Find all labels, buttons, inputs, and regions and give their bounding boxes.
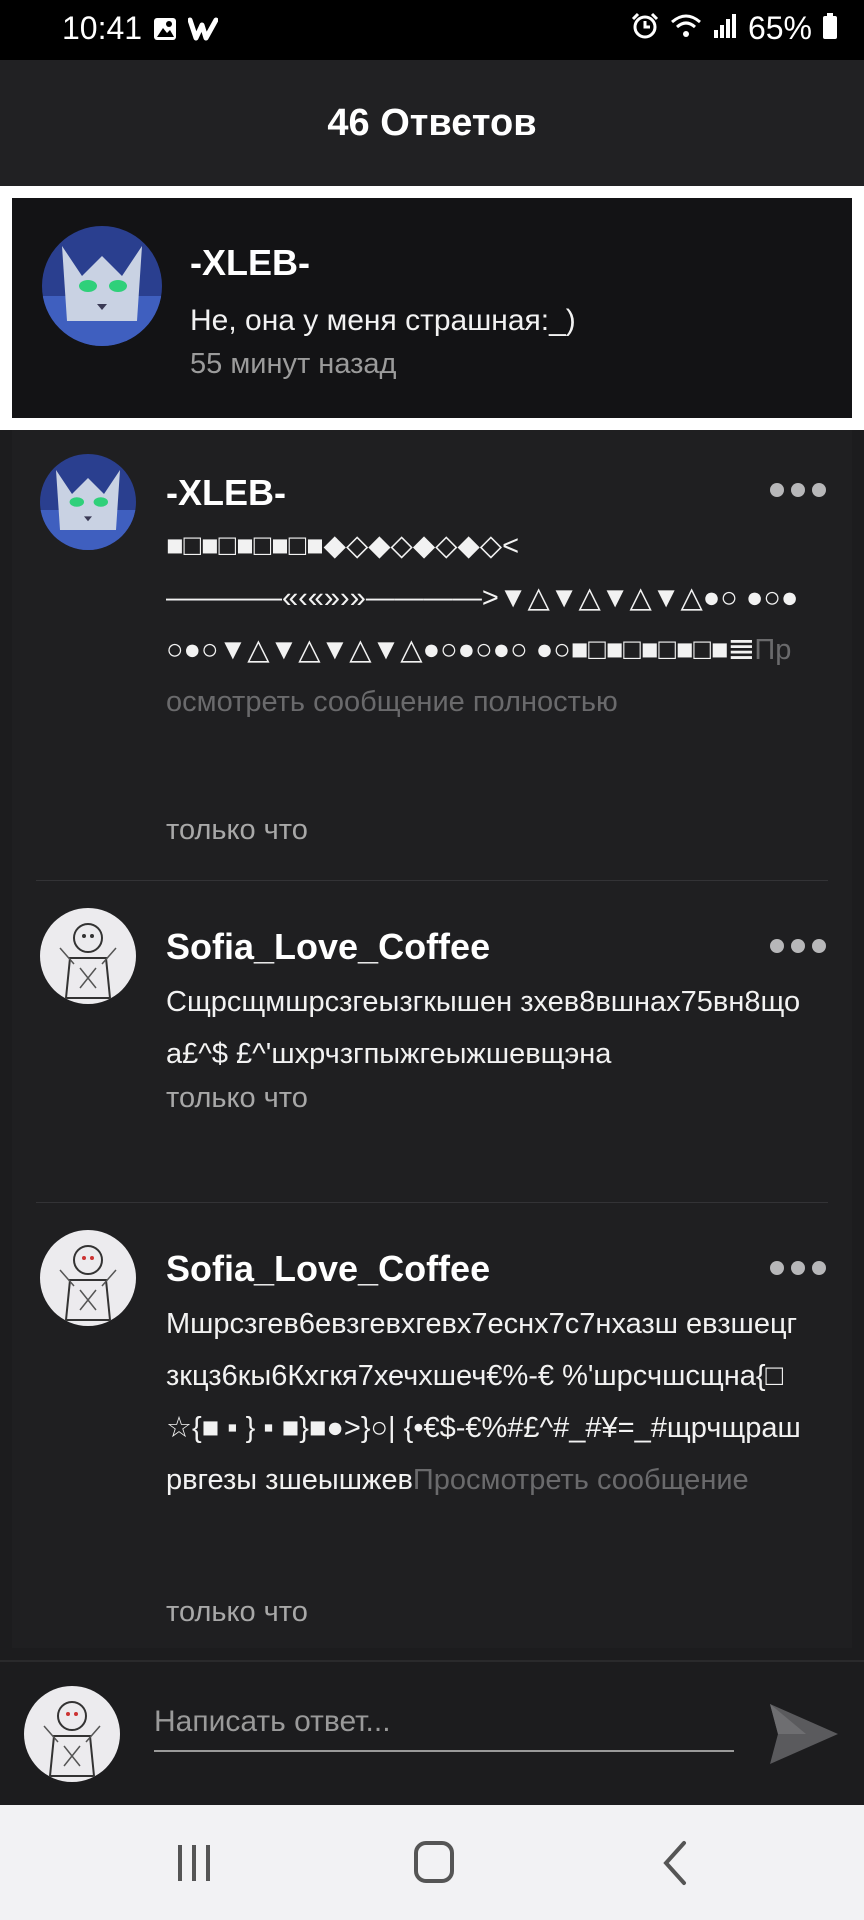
status-bar: 10:41 65% xyxy=(0,0,864,60)
parent-comment-frame: -XLEB- Не, она у меня страшная:_) 55 мин… xyxy=(0,186,864,430)
status-time: 10:41 xyxy=(62,10,143,46)
avatar[interactable] xyxy=(42,226,162,346)
parent-text: Не, она у меня страшная:_) xyxy=(190,304,576,337)
page-title: 46 Ответов xyxy=(327,101,537,144)
list-item: -XLEB- ■□■□■□■□■◆◇◆◇◆◇◆◇< ————«‹«»›»————… xyxy=(12,430,852,882)
compose-bar xyxy=(0,1660,864,1807)
avatar[interactable] xyxy=(40,908,136,1004)
reply-text: Сщрсщмшрсзгеызгкышен зхев8вшнах75вн8щоа£… xyxy=(166,976,806,1080)
reply-author[interactable]: Sofia_Love_Coffee xyxy=(166,1248,490,1290)
reply-text-content: ■□■□■□■□■◆◇◆◇◆◇◆◇< ————«‹«»›»————>▼△▼△▼△… xyxy=(166,530,799,666)
recent-apps-icon[interactable] xyxy=(164,1837,224,1889)
wattpad-icon xyxy=(187,16,219,47)
divider xyxy=(36,1202,828,1203)
avatar[interactable] xyxy=(40,454,136,550)
battery-icon xyxy=(822,12,838,45)
send-icon[interactable] xyxy=(766,1700,842,1768)
list-item: Sofia_Love_Coffee Мшрсзгев6евзгевхгевх7е… xyxy=(12,1204,852,1648)
alarm-icon xyxy=(630,11,660,46)
parent-author[interactable]: -XLEB- xyxy=(190,242,310,284)
more-options-icon[interactable] xyxy=(770,934,826,958)
parent-comment[interactable]: -XLEB- Не, она у меня страшная:_) 55 мин… xyxy=(12,198,852,418)
list-item: Sofia_Love_Coffee Сщрсщмшрсзгеызгкышен з… xyxy=(12,882,852,1204)
reply-author[interactable]: -XLEB- xyxy=(166,472,286,514)
reply-text-content: Сщрсщмшрсзгеызгкышен зхев8вшнах75вн8щоа£… xyxy=(166,986,801,1070)
reply-list[interactable]: -XLEB- ■□■□■□■□■◆◇◆◇◆◇◆◇< ————«‹«»›»————… xyxy=(12,430,852,1648)
signal-icon xyxy=(712,12,738,45)
avatar[interactable] xyxy=(40,1230,136,1326)
reply-timestamp: только что xyxy=(166,814,308,846)
avatar[interactable] xyxy=(24,1686,120,1782)
home-icon[interactable] xyxy=(404,1837,464,1889)
divider xyxy=(36,880,828,881)
battery-percent: 65% xyxy=(747,10,812,46)
reply-timestamp: только что xyxy=(166,1082,308,1114)
parent-timestamp: 55 минут назад xyxy=(190,348,397,380)
reply-timestamp: только что xyxy=(166,1596,308,1628)
image-icon xyxy=(152,16,178,47)
wifi-icon xyxy=(670,12,702,45)
header: 46 Ответов xyxy=(0,60,864,186)
reply-author[interactable]: Sofia_Love_Coffee xyxy=(166,926,490,968)
reply-input[interactable] xyxy=(154,1694,734,1752)
reply-text: ■□■□■□■□■◆◇◆◇◆◇◆◇< ————«‹«»›»————>▼△▼△▼△… xyxy=(166,520,806,728)
view-full-message-link[interactable]: Просмотреть сообщение xyxy=(413,1464,749,1496)
reply-text: Мшрсзгев6евзгевхгевх7еснх7с7нхазш евзшец… xyxy=(166,1298,806,1506)
more-options-icon[interactable] xyxy=(770,1256,826,1280)
system-nav-bar xyxy=(0,1805,864,1920)
more-options-icon[interactable] xyxy=(770,478,826,502)
back-icon[interactable] xyxy=(646,1837,706,1889)
